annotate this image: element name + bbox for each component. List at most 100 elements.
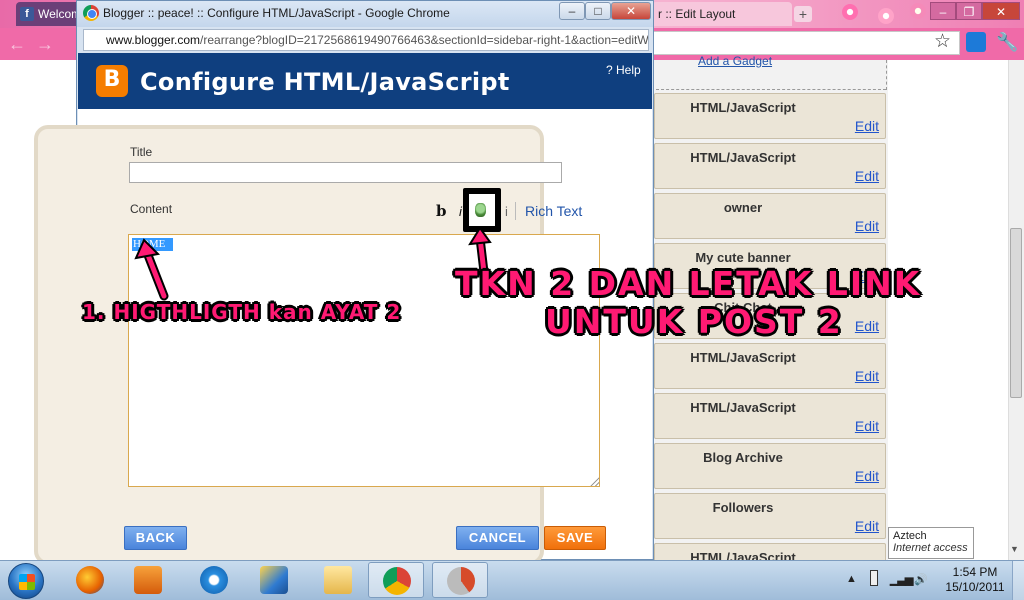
gadget-edit-link[interactable]: Edit bbox=[855, 468, 879, 484]
clock-time: 1:54 PM bbox=[952, 565, 998, 579]
taskbar-firefox[interactable] bbox=[62, 562, 118, 598]
content-label: Content bbox=[130, 202, 173, 216]
save-button[interactable]: SAVE bbox=[544, 526, 606, 550]
background-minimize-button[interactable]: – bbox=[930, 2, 956, 20]
taskbar-chrome[interactable] bbox=[368, 562, 424, 598]
flower-decoration-icon bbox=[842, 4, 858, 20]
taskbar-paint[interactable] bbox=[246, 562, 302, 598]
gadget-title: HTML/JavaScript bbox=[690, 150, 796, 165]
background-tab-label: r :: Edit Layout bbox=[658, 7, 736, 21]
taskbar-loading-app[interactable] bbox=[432, 562, 488, 598]
media-player-icon bbox=[134, 566, 162, 594]
title-input[interactable] bbox=[129, 162, 562, 183]
layout-gadget[interactable]: HTML/JavaScript Edit bbox=[654, 93, 886, 139]
network-tooltip: Aztech Internet access bbox=[888, 527, 974, 559]
flower-decoration-icon bbox=[878, 8, 894, 24]
popup-maximize-button[interactable]: □ bbox=[585, 2, 611, 20]
wrench-menu-icon[interactable]: 🔧 bbox=[996, 31, 1018, 53]
gadget-title: owner bbox=[723, 200, 763, 215]
facebook-icon: f bbox=[20, 7, 34, 21]
url-path: /rearrange?blogID=2172568619490766463&se… bbox=[200, 33, 649, 47]
textarea-resize-handle[interactable] bbox=[590, 477, 599, 486]
blogger-header: Configure HTML/JavaScript ? Help bbox=[78, 53, 652, 109]
start-button-icon[interactable] bbox=[8, 563, 44, 599]
background-maximize-button[interactable]: ❐ bbox=[956, 2, 982, 20]
popup-window-title: Blogger :: peace! :: Configure HTML/Java… bbox=[103, 6, 450, 20]
layout-gadget[interactable]: owner Edit bbox=[654, 193, 886, 239]
taskbar-media-player[interactable] bbox=[120, 562, 176, 598]
layout-gadget[interactable]: HTML/JavaScript Edit bbox=[654, 143, 886, 189]
show-desktop-button[interactable] bbox=[1012, 561, 1024, 600]
taskbar-internet-explorer[interactable] bbox=[186, 562, 242, 598]
bookmark-star-icon[interactable]: ☆ bbox=[934, 31, 951, 53]
annotation-step-1: 1. HIGTHLIGTH kan AYAT 2 bbox=[82, 300, 402, 324]
chrome-icon bbox=[383, 567, 411, 595]
flower-decoration-icon bbox=[910, 3, 926, 19]
popup-url-bar[interactable]: www.blogger.com/rearrange?blogID=2172568… bbox=[83, 29, 649, 51]
dashed-divider bbox=[886, 60, 887, 90]
toolbar-separator bbox=[515, 202, 516, 220]
gadget-title: My cute banner bbox=[695, 250, 791, 265]
annotation-step-2-line-1: TKN 2 DAN LETAK LINK bbox=[455, 264, 922, 303]
gadget-title: HTML/JavaScript bbox=[690, 100, 796, 115]
extension-icon[interactable] bbox=[966, 32, 986, 52]
cancel-button[interactable]: CANCEL bbox=[456, 526, 539, 550]
scrollbar-thumb[interactable] bbox=[1010, 228, 1022, 398]
taskbar-explorer[interactable] bbox=[310, 562, 366, 598]
app-spinner-icon bbox=[447, 567, 475, 595]
taskbar-clock[interactable]: 1:54 PM 15/10/2011 bbox=[940, 565, 1010, 595]
help-link[interactable]: ? Help bbox=[606, 63, 641, 77]
internet-explorer-icon bbox=[200, 566, 228, 594]
folder-icon bbox=[324, 566, 352, 594]
url-host: www.blogger.com bbox=[106, 33, 201, 47]
gadget-title: HTML/JavaScript bbox=[690, 350, 796, 365]
page-title: Configure HTML/JavaScript bbox=[140, 68, 510, 96]
popup-minimize-button[interactable]: – bbox=[559, 2, 585, 20]
layout-gadget[interactable]: Blog Archive Edit bbox=[654, 443, 886, 489]
volume-icon[interactable]: 🔊 bbox=[914, 573, 928, 586]
layout-gadget[interactable]: HTML/JavaScript Edit bbox=[654, 393, 886, 439]
popup-close-button[interactable]: ✕ bbox=[611, 2, 651, 20]
toolbar-more-button[interactable]: i bbox=[505, 204, 508, 219]
annotation-step-2-line-2: UNTUK POST 2 bbox=[545, 302, 843, 341]
add-gadget-link[interactable]: Add a Gadget bbox=[698, 54, 772, 68]
layout-gadget[interactable]: HTML/JavaScript Edit bbox=[654, 343, 886, 389]
title-label: Title bbox=[130, 145, 153, 159]
new-tab-button[interactable]: + bbox=[794, 6, 812, 22]
gadget-edit-link[interactable]: Edit bbox=[855, 418, 879, 434]
layout-gutter bbox=[888, 60, 1008, 560]
blogger-logo-icon bbox=[96, 65, 128, 97]
background-tab-edit-layout[interactable]: r :: Edit Layout bbox=[652, 2, 792, 26]
layout-gadget[interactable]: Followers Edit bbox=[654, 493, 886, 539]
tooltip-title: Aztech bbox=[893, 530, 927, 542]
back-button[interactable]: BACK bbox=[124, 526, 187, 550]
annotation-arrow-1 bbox=[134, 238, 169, 301]
gadget-edit-link[interactable]: Edit bbox=[855, 218, 879, 234]
gadget-title: HTML/JavaScript bbox=[690, 400, 796, 415]
background-address-bar[interactable] bbox=[650, 31, 960, 55]
gadget-edit-link[interactable]: Edit bbox=[855, 518, 879, 534]
bold-button[interactable]: b bbox=[436, 202, 447, 220]
dashed-divider bbox=[656, 89, 886, 90]
battery-icon[interactable] bbox=[870, 570, 878, 586]
back-arrow-icon[interactable]: ← bbox=[8, 34, 26, 54]
gadget-edit-link[interactable]: Edit bbox=[855, 368, 879, 384]
clock-date: 15/10/2011 bbox=[945, 580, 1005, 594]
gadget-edit-link[interactable]: Edit bbox=[855, 168, 879, 184]
gadget-edit-link[interactable]: Edit bbox=[855, 318, 879, 334]
rich-text-link[interactable]: Rich Text bbox=[525, 203, 582, 219]
chrome-icon bbox=[83, 5, 99, 21]
firefox-icon bbox=[76, 566, 104, 594]
gadget-title: Followers bbox=[712, 500, 774, 515]
gadget-edit-link[interactable]: Edit bbox=[855, 118, 879, 134]
background-tab-facebook[interactable]: f Welcom bbox=[16, 2, 82, 26]
background-close-button[interactable]: ✕ bbox=[982, 2, 1020, 20]
gadget-title: Blog Archive bbox=[703, 450, 783, 465]
background-tab-label: Welcom bbox=[38, 7, 82, 21]
italic-button[interactable]: i bbox=[459, 204, 462, 219]
tooltip-subtitle: Internet access bbox=[893, 542, 968, 554]
network-signal-icon[interactable]: ▁▃▅ bbox=[890, 573, 913, 586]
forward-arrow-icon[interactable]: → bbox=[36, 34, 54, 54]
scroll-down-arrow-icon[interactable]: ▼ bbox=[1010, 544, 1019, 554]
tray-expand-icon[interactable]: ▲ bbox=[846, 573, 857, 585]
